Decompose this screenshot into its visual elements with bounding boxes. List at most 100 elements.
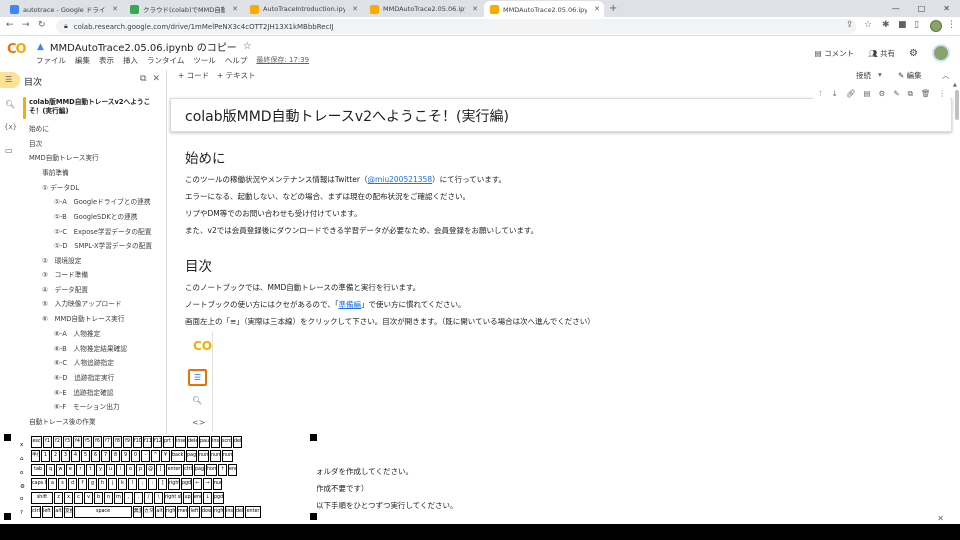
- minimize-button[interactable]: —: [892, 4, 900, 13]
- search-icon[interactable]: 🔍︎: [5, 100, 15, 109]
- toc-item[interactable]: ①-B GoogleSDKとの連携: [54, 211, 138, 221]
- keyboard-key[interactable]: f8: [113, 436, 122, 448]
- new-tab-button[interactable]: +: [609, 3, 617, 14]
- keyboard-key[interactable]: prt scn: [163, 436, 174, 448]
- keyboard-key[interactable]: del: [233, 436, 242, 448]
- share-button[interactable]: 👥︎ 共有: [868, 48, 895, 59]
- keyboard-key[interactable]: 半/全: [31, 450, 40, 462]
- keyboard-key[interactable]: l: [128, 478, 137, 490]
- close-icon[interactable]: ✕: [152, 74, 160, 84]
- keyboard-key[interactable]: f11: [143, 436, 152, 448]
- keyboard-key[interactable]: left: [189, 506, 200, 518]
- keyboard-key[interactable]: ctrl: [31, 506, 41, 518]
- keyboard-key[interactable]: \: [154, 492, 163, 504]
- link-icon[interactable]: 🔗︎: [846, 89, 856, 99]
- keyboard-key[interactable]: a: [48, 478, 57, 490]
- keyboard-key[interactable]: end: [228, 464, 237, 476]
- keyboard-key[interactable]: t: [86, 464, 95, 476]
- keyboard-key[interactable]: num /: [210, 450, 221, 462]
- keyboard-key[interactable]: s: [58, 478, 67, 490]
- keyboard-key[interactable]: 7: [101, 450, 110, 462]
- text-cell-selected[interactable]: colab版MMD自動トレースv2へようこそ！(実行編): [170, 98, 952, 132]
- keyboard-key[interactable]: x: [64, 492, 73, 504]
- add-text-button[interactable]: + テキスト: [217, 70, 255, 81]
- keyboard-key[interactable]: ^: [151, 450, 160, 462]
- toc-item[interactable]: ③ コード準備: [42, 269, 88, 279]
- menu-edit[interactable]: 編集: [75, 55, 90, 66]
- keyboard-key[interactable]: カタカナ: [143, 506, 154, 518]
- share-page-icon[interactable]: ⇪: [846, 20, 854, 30]
- keyboard-key[interactable]: ;: [138, 478, 147, 490]
- mirror-cell-icon[interactable]: ⧉: [908, 89, 913, 99]
- keyboard-key[interactable]: ↓: [203, 492, 212, 504]
- keyboard-key[interactable]: 8: [111, 450, 120, 462]
- keyboard-help-icon[interactable]: ?: [20, 510, 23, 516]
- keyboard-key[interactable]: page up: [186, 450, 197, 462]
- keyboard-key[interactable]: f3: [63, 436, 72, 448]
- keyboard-key[interactable]: @: [146, 464, 155, 476]
- keyboard-key[interactable]: ins: [225, 506, 234, 518]
- keyboard-key[interactable]: f6: [93, 436, 102, 448]
- keyboard-key[interactable]: 3: [61, 450, 70, 462]
- keyboard-key[interactable]: alt: [155, 506, 164, 518]
- toc-item[interactable]: ⑥-A 人物推定: [54, 328, 100, 338]
- keyboard-key[interactable]: u: [106, 464, 115, 476]
- keyboard-key[interactable]: enter: [166, 464, 182, 476]
- keyboard-key[interactable]: left win: [42, 506, 53, 518]
- keyboard-key[interactable]: d: [68, 478, 77, 490]
- keyboard-key[interactable]: 無変換: [133, 506, 142, 518]
- keyboard-key[interactable]: ,: [124, 492, 133, 504]
- browser-tab[interactable]: autotrace - Google ドライブ ✕: [4, 1, 122, 17]
- toc-item[interactable]: ①-C Expose学習データの配置: [54, 226, 151, 236]
- keyboard-key[interactable]: ]: [158, 478, 167, 490]
- scroll-up-icon[interactable]: ▲: [953, 82, 957, 88]
- keyboard-key[interactable]: f4: [73, 436, 82, 448]
- keyboard-key[interactable]: f7: [103, 436, 112, 448]
- keyboard-home-icon[interactable]: ⌂: [20, 456, 24, 462]
- toc-item[interactable]: ⑥ MMD自動トレース実行: [42, 313, 125, 323]
- keyboard-key[interactable]: h: [98, 478, 107, 490]
- close-icon[interactable]: ✕: [937, 514, 944, 523]
- keyboard-key[interactable]: right win: [165, 506, 176, 518]
- keyboard-key[interactable]: →: [203, 478, 212, 490]
- delete-icon[interactable]: 🗑︎: [921, 89, 931, 99]
- keyboard-key[interactable]: caps lock: [31, 478, 47, 490]
- variables-icon[interactable]: {x}: [4, 123, 17, 131]
- keyboard-key[interactable]: b: [94, 492, 103, 504]
- colab-logo[interactable]: CO: [7, 42, 27, 57]
- edit-mode-button[interactable]: ✎ 編集: [898, 70, 922, 81]
- toc-item[interactable]: 事前準備: [42, 167, 69, 177]
- comment-icon[interactable]: ▤: [863, 89, 870, 99]
- toc-menu-icon[interactable]: ☰: [5, 75, 12, 84]
- keyboard-key[interactable]: e: [66, 464, 75, 476]
- keyboard-key[interactable]: back space: [171, 450, 185, 462]
- keyboard-settings-icon[interactable]: ⚙: [20, 484, 25, 490]
- edit-icon[interactable]: ✎: [893, 89, 899, 99]
- keyboard-key[interactable]: :: [148, 478, 157, 490]
- keyboard-key[interactable]: alt: [54, 506, 63, 518]
- close-window-button[interactable]: ✕: [943, 4, 950, 13]
- settings-icon[interactable]: ⚙: [909, 48, 918, 59]
- keyboard-key[interactable]: m: [114, 492, 123, 504]
- close-icon[interactable]: ✕: [112, 5, 118, 13]
- keyboard-key[interactable]: v: [84, 492, 93, 504]
- keyboard-key[interactable]: num lock: [198, 450, 209, 462]
- keyboard-key[interactable]: 4: [71, 450, 80, 462]
- keyboard-key[interactable]: f: [78, 478, 87, 490]
- keyboard-key[interactable]: space: [74, 506, 132, 518]
- collapse-header-icon[interactable]: ︿: [942, 70, 950, 81]
- keyboard-key[interactable]: p: [136, 464, 145, 476]
- toc-item[interactable]: ② 環境設定: [42, 255, 81, 265]
- move-up-icon[interactable]: ↑: [817, 89, 823, 99]
- keyboard-key[interactable]: 変換: [64, 506, 73, 518]
- address-bar[interactable]: 🔒︎ colab.research.google.com/drive/1mMel…: [56, 19, 856, 34]
- more-options-icon[interactable]: ⋮: [939, 89, 947, 99]
- keyboard-key[interactable]: num: [213, 478, 222, 490]
- keyboard-key[interactable]: scroll lock: [221, 436, 232, 448]
- preparation-link[interactable]: 準備編: [338, 300, 361, 309]
- keyboard-key[interactable]: enter: [245, 506, 261, 518]
- keyboard-key[interactable]: del: [235, 506, 244, 518]
- keyboard-key[interactable]: [: [156, 464, 165, 476]
- keyboard-key[interactable]: tab: [31, 464, 45, 476]
- keyboard-key[interactable]: down: [201, 506, 212, 518]
